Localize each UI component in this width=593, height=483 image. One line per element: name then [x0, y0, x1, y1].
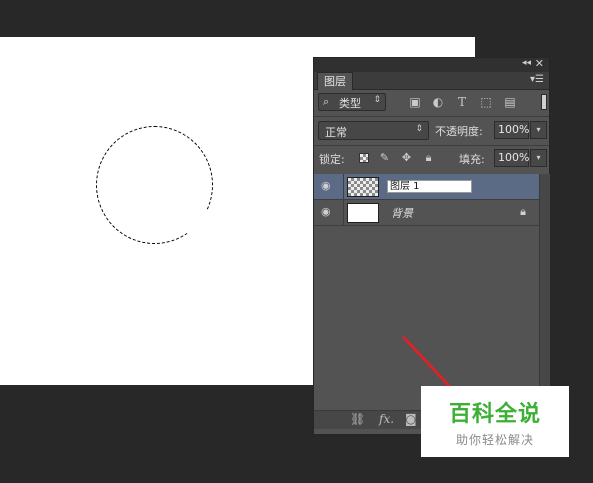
type-filter-icon[interactable]: T [455, 95, 469, 109]
updown-arrow-icon: ⇕ [415, 124, 423, 134]
watermark-subtitle: 助你轻松解决 [455, 433, 534, 447]
fill-label: 填充: [459, 153, 485, 166]
panel-menu-icon[interactable]: ▾☰ [530, 74, 544, 85]
layer-row-1[interactable]: ◉ 图层 1 [314, 174, 539, 200]
layer-thumbnail[interactable] [347, 203, 379, 223]
divider [314, 145, 549, 146]
layer-row-background[interactable]: ◉ 背景 🔒︎ [314, 200, 539, 226]
search-icon: ⌕ [323, 95, 330, 108]
divider [343, 200, 344, 225]
layer-name: 背景 [391, 207, 413, 220]
lock-all-icon[interactable]: 🔒︎ [422, 151, 435, 164]
opacity-label: 不透明度: [435, 125, 483, 138]
lock-image-pixels-icon[interactable]: ✎ [378, 151, 391, 164]
mask-icon[interactable]: ◙ [405, 412, 417, 426]
layer-name-input[interactable]: 图层 1 [387, 180, 472, 193]
opacity-dropdown-button[interactable]: ▾ [530, 121, 547, 139]
divider [314, 116, 549, 117]
eye-icon[interactable]: ◉ [321, 205, 331, 218]
eye-icon[interactable]: ◉ [321, 179, 331, 192]
lock-icon: 🔒︎ [520, 205, 526, 218]
double-chevron-left-icon[interactable]: ◂◂ [522, 58, 531, 68]
watermark-title: 百科全说 [448, 402, 541, 427]
watermark-logo: 百科全说 助你轻松解决 [421, 386, 569, 457]
filter-toggle[interactable] [541, 94, 547, 110]
image-filter-icon[interactable]: ▣ [408, 95, 422, 109]
shape-filter-icon[interactable]: ⬚ [479, 95, 493, 109]
fill-input[interactable]: 100% [494, 149, 529, 167]
layer-thumbnail[interactable] [347, 177, 379, 197]
fx-button[interactable]: fx. [379, 412, 394, 426]
divider [343, 174, 344, 199]
lock-label: 锁定: [319, 153, 345, 166]
layers-panel: ◂◂ ✕ 图层 ▾☰ ⌕ 类型 ⇕ ▣ ◐ T ⬚ ▤ 正常 ⇕ 不透明度: 1… [313, 57, 550, 435]
blend-mode-value: 正常 [325, 126, 347, 139]
close-icon[interactable]: ✕ [535, 57, 544, 70]
blend-mode-select[interactable]: 正常 ⇕ [318, 121, 429, 140]
lock-position-icon[interactable]: ✥ [400, 151, 413, 164]
fill-dropdown-button[interactable]: ▾ [530, 149, 547, 167]
panel-tabbar: 图层 ▾☰ [314, 72, 549, 90]
tab-layers[interactable]: 图层 [317, 72, 353, 90]
filter-kind-label: 类型 [339, 97, 361, 110]
opacity-input[interactable]: 100% [494, 121, 529, 139]
adjustment-filter-icon[interactable]: ◐ [431, 95, 445, 109]
smart-object-filter-icon[interactable]: ▤ [503, 95, 517, 109]
link-icon[interactable]: ⛓︎ [350, 412, 365, 426]
updown-arrow-icon: ⇕ [373, 95, 381, 105]
lock-transparent-pixels-icon[interactable] [359, 153, 369, 163]
panel-titlebar: ◂◂ ✕ [314, 57, 549, 72]
layers-list: ◉ 图层 1 ◉ 背景 🔒︎ [314, 174, 539, 410]
layer-filter-select[interactable]: ⌕ 类型 ⇕ [318, 93, 386, 111]
layers-scrollbar[interactable] [539, 174, 550, 410]
